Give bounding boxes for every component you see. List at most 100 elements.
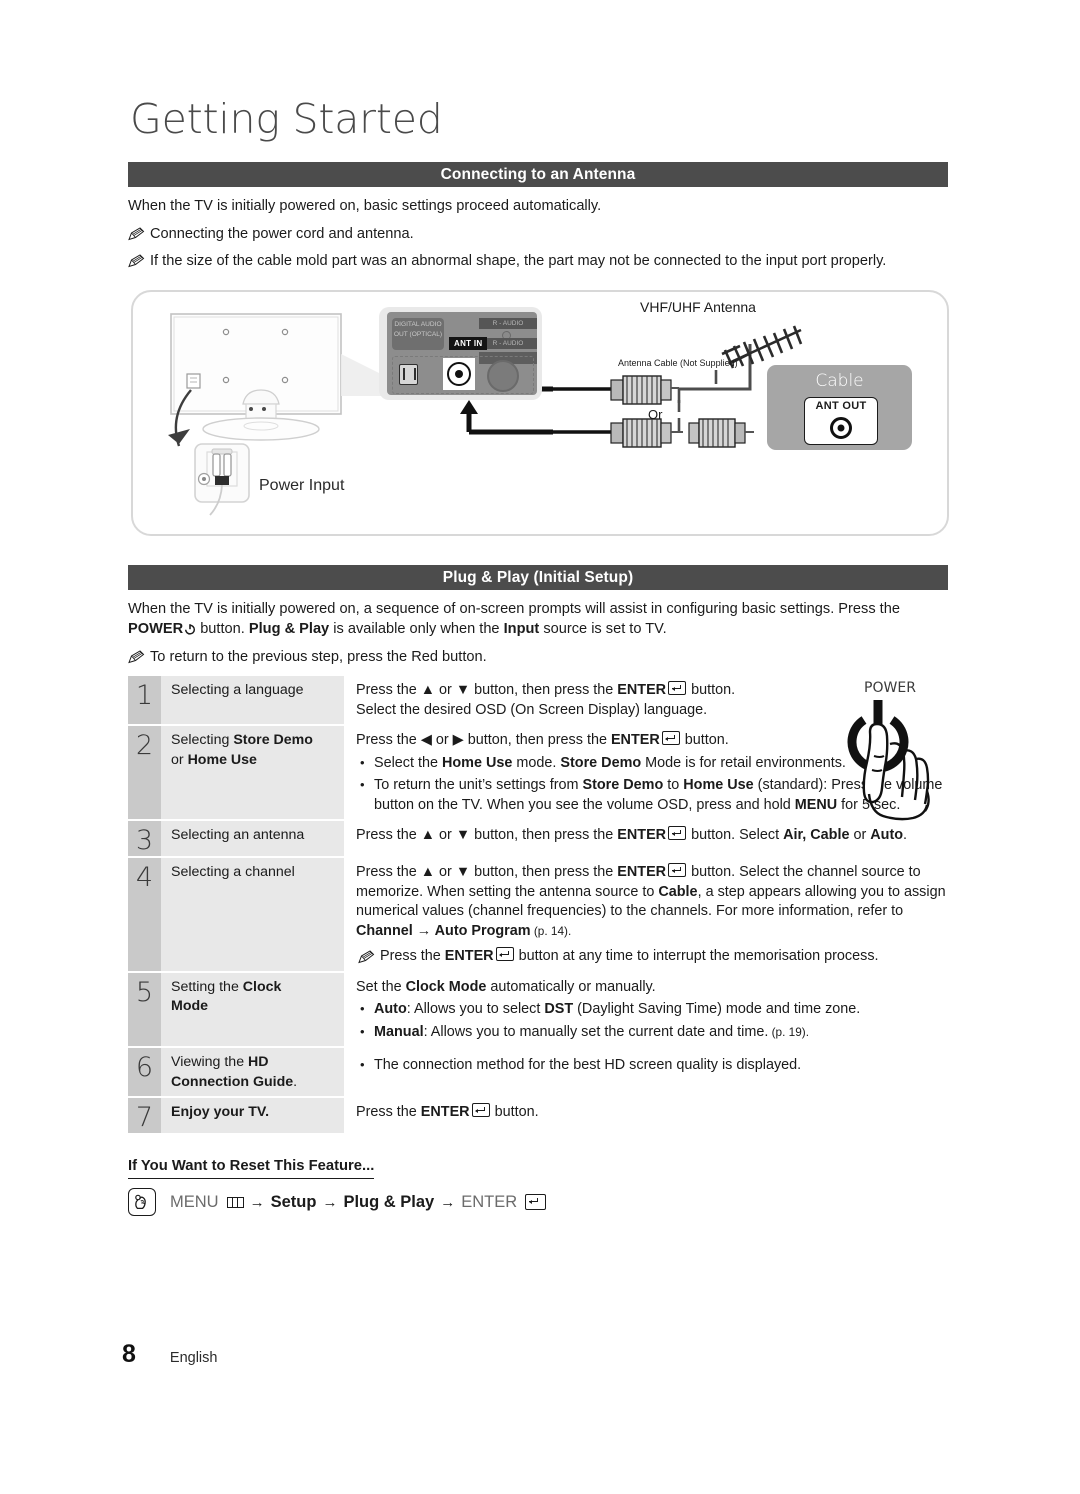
arrow-glyph: → [412,922,435,939]
digital-audio-out-port-label: DIGITAL AUDIO OUT (OPTICAL) [392,318,444,350]
enter-label: ENTER [461,1192,518,1211]
step-description: The connection method for the best HD sc… [344,1048,950,1096]
table-row: 4 Selecting a channel Press the ▲ or ▼ b… [128,858,950,971]
store-demo-term: Store Demo [233,732,313,748]
left-arrow-glyph: ◀ [420,732,432,748]
arrow-1: → [249,1193,265,1211]
step-number: 3 [128,821,161,856]
manual-term: Manual [374,1023,424,1040]
step-number: 5 [128,972,161,1046]
t: automatically or manually. [486,978,656,995]
up-arrow-glyph: ▲ [420,827,436,843]
manual-page: Getting Started Connecting to an Antenna… [0,0,1080,1494]
t: Mode is for retail environments. [641,754,846,771]
pencil-icon [358,950,375,964]
pp-input-word: Input [503,620,540,637]
hand-pressing-power-icon [847,700,930,821]
clock-mode-term: Clock Mode [405,978,487,995]
t: Select the [374,754,442,771]
ant-in-coax-jack [443,358,475,390]
t: (Daylight Saving Time) mode and time zon… [573,1001,861,1017]
step-number: 6 [128,1048,161,1096]
pencil-icon [128,650,145,664]
power-symbol-icon [184,622,196,635]
page-title: Getting Started [130,95,443,143]
enter-key-icon [495,947,514,961]
t: button. Select [687,827,784,843]
step-label: Selecting Store Demo or Home Use [161,726,344,819]
t: or [435,682,456,698]
pp-power-word: POWER [128,620,184,637]
menu-icon [226,1196,244,1208]
t: Press the [356,682,421,698]
step4-subnote: Press the ENTER button at any time to in… [356,947,950,967]
reset-feature-menu-path: MENU → Setup → Plug & Play → ENTER [128,1188,547,1216]
table-row: 3 Selecting an antenna Press the ▲ or ▼ … [128,821,950,856]
t: or [431,732,453,748]
t: Press the [356,1104,421,1120]
composite-jack [487,360,519,392]
page-number: 8 [122,1340,136,1368]
t: button. [490,1104,539,1120]
step-number: 4 [128,858,161,971]
step-number: 2 [128,726,161,819]
step-description: Set the Clock Mode automatically or manu… [344,972,950,1046]
t: : Allows you to manually set the current… [423,1023,769,1040]
list-item: Manual: Allows you to manually set the c… [356,1022,950,1043]
step-label: Setting the Clock Mode [161,972,344,1046]
pp-intro-part4: source is set to TV. [539,620,667,637]
table-row: 7 Enjoy your TV. Press the ENTER button. [128,1098,950,1133]
home-use-term: Home Use [442,754,513,771]
enter-word: ENTER [617,827,667,843]
up-arrow-glyph: ▲ [420,682,436,698]
r-audio-label-top: R - AUDIO [479,318,537,329]
optical-port-icon [399,364,418,385]
page-language: English [169,1350,218,1366]
antenna-note-1: Connecting the power cord and antenna. [128,225,958,245]
setup-label: Setup [270,1192,317,1211]
t: Set the [356,978,406,995]
enter-word: ENTER [444,948,494,964]
step-label: Selecting an antenna [161,821,344,856]
step-description: Press the ENTER button. [344,1098,950,1133]
pencil-icon [128,227,145,241]
enter-key-icon [661,731,680,745]
dst-term: DST [544,1001,574,1017]
step-label: Viewing the HD Connection Guide. [161,1048,344,1096]
down-arrow-glyph: ▼ [455,682,471,698]
cable-source-box: Cable ANT OUT [767,365,912,450]
t: : Allows you to select [406,1001,545,1017]
step-number: 1 [128,676,161,724]
enter-word: ENTER [420,1104,470,1120]
t: Press the [356,864,421,880]
list-item: Auto: Allows you to select DST (Daylight… [356,999,950,1020]
channel-term: Channel [356,922,413,939]
vhf-uhf-antenna-label: VHF/UHF Antenna [640,299,756,315]
step-label: Selecting a language [161,676,344,724]
page-ref: (p. 19). [768,1024,809,1039]
plug-play-label: Plug & Play [343,1192,435,1211]
plug-play-intro: When the TV is initially powered on, a s… [128,600,953,639]
t: or [171,751,188,768]
t: Press the [356,732,421,748]
antenna-cable-label: Antenna Cable (Not Supplied) [618,358,738,368]
pencil-icon [128,254,145,268]
section-header-connecting-antenna: Connecting to an Antenna [128,162,948,187]
table-row: 1 Selecting a language Press the ▲ or ▼ … [128,676,950,724]
t: or [435,864,456,880]
t: Selecting [171,732,234,748]
plug-play-note-text: To return to the previous step, press th… [150,649,487,665]
t: button, then press the [470,864,618,880]
down-arrow-glyph: ▼ [455,827,471,843]
hd-term: HD [248,1054,269,1070]
power-illustration-label: POWER [864,680,916,696]
t: button, then press the [463,732,611,748]
antenna-intro-text: When the TV is initially powered on, bas… [128,198,602,214]
clock-term: Clock [242,978,282,995]
t: to [663,777,684,793]
power-button-illustration: POWER [830,680,950,830]
menu-label: MENU [170,1192,219,1211]
t: button, then press the [470,827,618,843]
t: To return the unit’s settings from [374,777,583,793]
pp-intro-part2: button. [196,620,249,637]
